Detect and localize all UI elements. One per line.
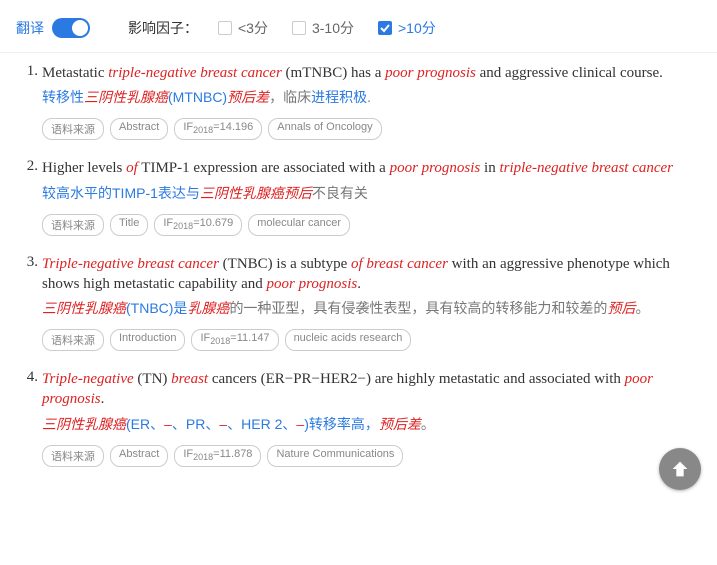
checkbox-icon [218,21,232,35]
filter-header: 翻译 影响因子： <3分 3-10分 >10分 [0,10,717,53]
result-item: 3.Triple-negative breast cancer (TNBC) i… [20,254,697,352]
result-tags: 语料来源 Introduction IF2018=11.147 nucleic aci… [42,329,697,351]
result-number: 4. [20,369,42,467]
tag-section[interactable]: Abstract [110,445,168,467]
tag-section[interactable]: Abstract [110,118,168,140]
result-chinese: 较高水平的TIMP-1表达与三阴性乳腺癌预后不良有关 [42,183,697,204]
filter-option-2[interactable]: >10分 [378,18,436,38]
tag-journal[interactable]: molecular cancer [248,214,350,236]
tag-impact-factor[interactable]: IF2018=11.147 [191,329,278,351]
result-tags: 语料来源 Abstract IF2018=14.196 Annals of Oncol… [42,118,697,140]
filter-option-label: 3-10分 [312,18,354,38]
translate-toggle[interactable] [52,18,90,38]
result-english: Triple-negative breast cancer (TNBC) is … [42,254,697,295]
checkbox-icon [378,21,392,35]
filter-option-1[interactable]: 3-10分 [292,18,354,38]
tag-source[interactable]: 语料来源 [42,329,104,351]
tag-impact-factor[interactable]: IF2018=14.196 [174,118,262,140]
tag-journal[interactable]: Nature Communications [267,445,403,467]
result-english: Metastatic triple-negative breast cancer… [42,63,697,83]
tag-section[interactable]: Introduction [110,329,185,351]
result-english: Triple-negative (TN) breast cancers (ER−… [42,369,697,410]
filter-option-label: <3分 [238,18,268,38]
result-number: 1. [20,63,42,140]
checkbox-icon [292,21,306,35]
translate-label: 翻译 [16,18,44,38]
result-item: 2.Higher levels of TIMP-1 expression are… [20,158,697,235]
arrow-up-icon [669,458,691,480]
tag-source[interactable]: 语料来源 [42,118,104,140]
result-chinese: 转移性三阴性乳腺癌(MTNBC)预后差，临床进程积极. [42,87,697,108]
result-chinese: 三阴性乳腺癌(TNBC)是乳腺癌的一种亚型，具有侵袭性表型，具有较高的转移能力和… [42,298,697,319]
result-english: Higher levels of TIMP-1 expression are a… [42,158,697,178]
tag-section[interactable]: Title [110,214,148,236]
tag-journal[interactable]: nucleic acids research [285,329,412,351]
tag-impact-factor[interactable]: IF2018=11.878 [174,445,261,467]
result-item: 1.Metastatic triple-negative breast canc… [20,63,697,140]
tag-journal[interactable]: Annals of Oncology [268,118,381,140]
tag-source[interactable]: 语料来源 [42,445,104,467]
tag-source[interactable]: 语料来源 [42,214,104,236]
scroll-to-top-button[interactable] [659,448,701,490]
results-list: 1.Metastatic triple-negative breast canc… [0,53,717,489]
result-item: 4.Triple-negative (TN) breast cancers (E… [20,369,697,467]
result-number: 2. [20,158,42,235]
result-number: 3. [20,254,42,352]
tag-impact-factor[interactable]: IF2018=10.679 [154,214,242,236]
impact-factor-label: 影响因子： [128,18,198,38]
result-tags: 语料来源 Title IF2018=10.679 molecular cancer [42,214,697,236]
result-tags: 语料来源 Abstract IF2018=11.878 Nature Communic… [42,445,697,467]
filter-option-label: >10分 [398,18,436,38]
result-chinese: 三阴性乳腺癌(ER、–、PR、–、HER 2、–)转移率高，预后差。 [42,414,697,435]
filter-option-0[interactable]: <3分 [218,18,268,38]
